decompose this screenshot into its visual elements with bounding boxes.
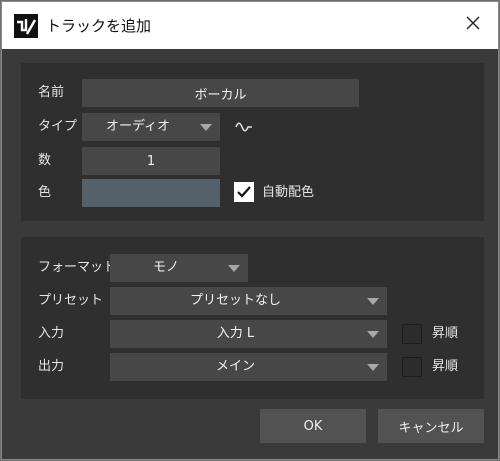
- count-input[interactable]: 1: [82, 147, 220, 175]
- chevron-down-icon: [367, 298, 379, 305]
- output-dropdown[interactable]: メイン: [110, 353, 387, 381]
- title-bar: トラックを追加: [2, 2, 498, 49]
- io-settings-panel: フォーマット モノ プリセット プリセットなし 入力 入力 L 昇順 出力 メイ…: [21, 237, 484, 399]
- format-label: フォーマット: [38, 260, 117, 275]
- color-swatch[interactable]: [82, 179, 220, 207]
- color-label: 色: [38, 185, 52, 200]
- audio-waveform-icon: [235, 121, 253, 137]
- auto-color-checkbox[interactable]: [234, 182, 254, 202]
- format-dropdown-value: モノ: [152, 260, 179, 275]
- cancel-button[interactable]: キャンセル: [378, 409, 484, 443]
- type-dropdown-value: オーディオ: [105, 119, 171, 134]
- close-button[interactable]: [450, 4, 496, 46]
- close-icon: [465, 15, 481, 35]
- track-settings-panel: 名前 ボーカル タイプ オーディオ 数 1 色 自動配色: [21, 63, 484, 221]
- name-label: 名前: [38, 85, 65, 100]
- preset-dropdown[interactable]: プリセットなし: [110, 287, 387, 315]
- add-track-dialog: トラックを追加 名前 ボーカル タイプ オーディオ 数 1 色 自動配色 フォー…: [1, 1, 499, 460]
- input-ascending-label: 昇順: [432, 326, 459, 341]
- input-dropdown-value: 入力 L: [216, 326, 255, 341]
- chevron-down-icon: [367, 331, 379, 338]
- output-ascending-checkbox[interactable]: [402, 357, 422, 377]
- auto-color-label: 自動配色: [262, 185, 315, 200]
- chevron-down-icon: [367, 364, 379, 371]
- output-label: 出力: [38, 359, 65, 374]
- preset-dropdown-value: プリセットなし: [189, 293, 281, 308]
- input-ascending-checkbox[interactable]: [402, 324, 422, 344]
- ok-button[interactable]: OK: [260, 409, 366, 443]
- output-dropdown-value: メイン: [215, 359, 255, 374]
- count-label: 数: [38, 153, 52, 168]
- chevron-down-icon: [228, 265, 240, 272]
- format-dropdown[interactable]: モノ: [110, 254, 248, 282]
- name-input[interactable]: ボーカル: [82, 79, 359, 107]
- app-logo-icon: [14, 14, 38, 38]
- input-label: 入力: [38, 326, 65, 341]
- type-dropdown[interactable]: オーディオ: [82, 113, 220, 141]
- chevron-down-icon: [200, 124, 212, 131]
- preset-label: プリセット: [38, 293, 104, 308]
- type-label: タイプ: [38, 119, 78, 134]
- output-ascending-label: 昇順: [432, 359, 459, 374]
- checkmark-icon: [237, 186, 251, 198]
- input-dropdown[interactable]: 入力 L: [110, 320, 387, 348]
- dialog-title: トラックを追加: [46, 17, 152, 35]
